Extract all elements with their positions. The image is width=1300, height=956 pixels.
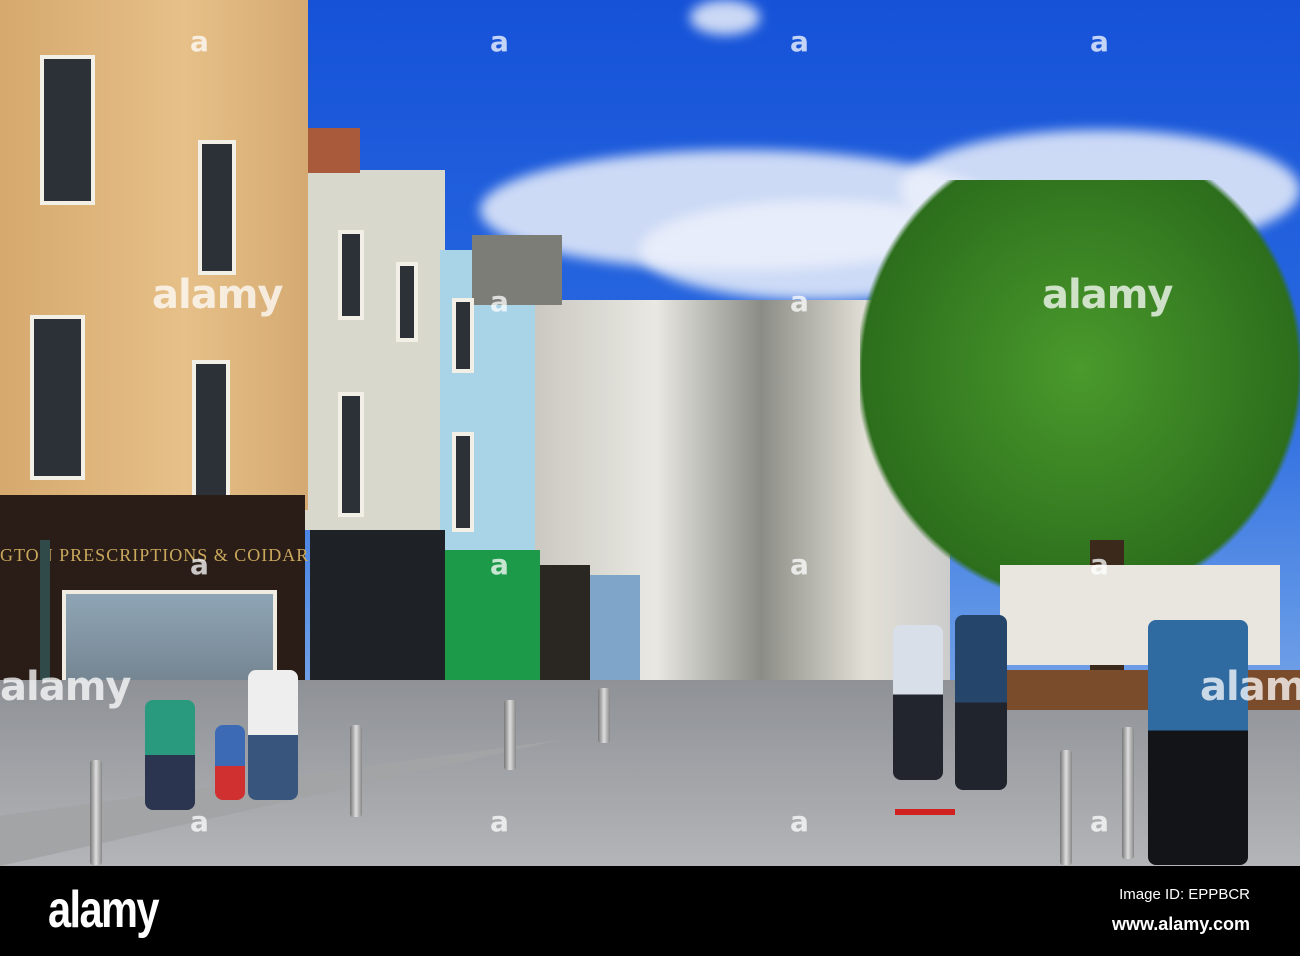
scooter: [895, 770, 955, 815]
person-girl: [145, 700, 195, 810]
window: [452, 298, 474, 373]
watermark-letter: a: [790, 285, 809, 318]
person-walking: [955, 615, 1007, 790]
watermark-word: alamy: [0, 664, 131, 710]
bollard: [1060, 750, 1072, 865]
watermark-letter: a: [490, 285, 509, 318]
bollard: [350, 725, 362, 817]
window: [452, 432, 474, 532]
website-url: www.alamy.com: [1111, 914, 1250, 934]
watermark-word: alamy: [1042, 272, 1173, 318]
person-child: [215, 725, 245, 800]
chimney: [472, 235, 562, 305]
bollard: [598, 688, 610, 743]
alamy-logo: alamy: [48, 881, 160, 939]
bollard: [1122, 727, 1134, 859]
window: [40, 55, 95, 205]
image-id: Image ID: EPPBCR: [1119, 886, 1250, 903]
window: [396, 262, 418, 342]
watermark-letter: a: [190, 548, 209, 581]
watermark-letter: a: [1090, 25, 1109, 58]
watermark-letter: a: [190, 25, 209, 58]
window: [30, 315, 85, 480]
watermark-letter: a: [790, 25, 809, 58]
chimney: [305, 128, 360, 173]
bollard: [504, 700, 516, 770]
watermark-letter: a: [1090, 805, 1109, 838]
person-scooter-boy: [893, 625, 943, 780]
person-woman-camera: [1148, 620, 1248, 865]
window: [338, 230, 364, 320]
cloud: [690, 0, 760, 35]
window: [198, 140, 236, 275]
street-photo: GTON PRESCRIPTIONS & COIDAR a a a a a a …: [0, 0, 1300, 866]
watermark-word: alamy: [152, 272, 283, 318]
mural-shopfront: [590, 575, 640, 685]
bollard: [90, 760, 102, 865]
watermark-letter: a: [190, 805, 209, 838]
building-grey: [305, 170, 445, 530]
window: [192, 360, 230, 500]
tree-canopy: [860, 180, 1300, 600]
watermark-letter: a: [490, 805, 509, 838]
person-woman: [248, 670, 298, 800]
watermark-letter: a: [790, 548, 809, 581]
watermark-letter: a: [790, 805, 809, 838]
watermark-letter: a: [1090, 548, 1109, 581]
watermark-word: alamy: [1200, 664, 1300, 710]
footer-bar: alamy Image ID: EPPBCR www.alamy.com: [0, 866, 1300, 956]
watermark-letter: a: [490, 548, 509, 581]
window: [338, 392, 364, 517]
watermark-letter: a: [490, 25, 509, 58]
